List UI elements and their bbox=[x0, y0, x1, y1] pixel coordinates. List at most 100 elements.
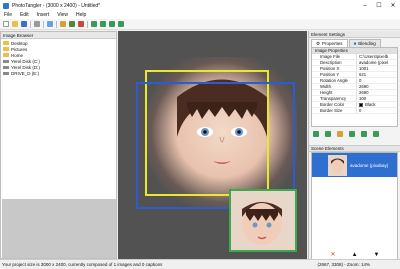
property-name: Border Color bbox=[312, 102, 357, 107]
minimize-icon[interactable]: – bbox=[358, 0, 372, 11]
status-bar: Your project size is 3000 x 2400, curren… bbox=[0, 259, 400, 269]
toolbar bbox=[0, 19, 400, 30]
open-icon[interactable] bbox=[12, 21, 18, 27]
property-name: Position Y bbox=[312, 72, 357, 77]
property-value[interactable]: Black bbox=[357, 102, 397, 107]
menu-edit[interactable]: Edit bbox=[16, 12, 33, 18]
tree-item-label: Pictures bbox=[11, 46, 28, 52]
property-value[interactable]: 1001 bbox=[357, 66, 397, 71]
drive-icon bbox=[3, 65, 9, 69]
property-name: Image File bbox=[312, 54, 357, 59]
property-name: Width bbox=[312, 84, 357, 89]
export-icon[interactable] bbox=[47, 21, 53, 27]
add-image-icon[interactable] bbox=[60, 21, 66, 27]
tree-item-label: Home bbox=[11, 52, 24, 58]
property-name: Transparency bbox=[312, 96, 357, 101]
property-value[interactable]: 621 bbox=[357, 72, 397, 77]
property-name: Height bbox=[312, 90, 357, 95]
flip-icon[interactable] bbox=[349, 131, 355, 137]
app-icon bbox=[3, 2, 9, 9]
menu-insert[interactable]: Insert bbox=[33, 12, 54, 18]
close-icon[interactable]: ✕ bbox=[386, 0, 400, 11]
property-value[interactable]: 2690 bbox=[357, 90, 397, 95]
tab-label: Properties bbox=[322, 41, 343, 46]
drive-icon bbox=[3, 59, 9, 63]
element-settings-panel: Element Settings ⚙ Properties ■ Blending I… bbox=[308, 31, 400, 262]
folder-tree: Desktop Pictures Home Yerel Disk (C:) Ye… bbox=[1, 39, 116, 77]
property-value[interactable]: 2690 bbox=[357, 84, 397, 89]
tree-item-label: DRIVE_D (E:) bbox=[11, 70, 40, 76]
selection-frame-green[interactable] bbox=[229, 189, 297, 252]
reset-icon[interactable] bbox=[337, 131, 343, 137]
move-up-icon[interactable]: ▲ bbox=[352, 252, 358, 258]
settings-tabs: ⚙ Properties ■ Blending bbox=[309, 38, 400, 47]
menu-file[interactable]: File bbox=[0, 12, 16, 18]
property-value[interactable]: avadome (pixel bbox=[357, 60, 397, 65]
zoom-in-icon[interactable] bbox=[91, 21, 97, 27]
tab-label: Blending bbox=[358, 41, 376, 46]
fit-icon[interactable] bbox=[109, 21, 115, 27]
scene-item-thumbnail bbox=[328, 154, 347, 176]
folder-icon bbox=[3, 53, 9, 57]
rotate-icon[interactable] bbox=[361, 131, 367, 137]
new-icon[interactable] bbox=[3, 21, 9, 27]
image-browser-panel: Image Browser Desktop Pictures Home Yere… bbox=[0, 31, 117, 259]
scene-elements-header: Scene Elements bbox=[309, 145, 400, 152]
property-row[interactable]: Border Size 0 bbox=[312, 108, 397, 114]
window-controls: – ☐ ✕ bbox=[358, 0, 400, 11]
drive-icon bbox=[3, 71, 9, 75]
toolbar-separator bbox=[43, 20, 44, 28]
tree-item-label: Yerel Disk (C:) bbox=[11, 58, 40, 64]
add-caption-icon[interactable] bbox=[69, 21, 75, 27]
menu-bar: File Edit Insert View Help bbox=[0, 11, 400, 19]
property-value[interactable]: 0 bbox=[357, 78, 397, 83]
toolbar-separator bbox=[56, 20, 57, 28]
zoom-out-icon[interactable] bbox=[100, 21, 106, 27]
color-swatch bbox=[359, 102, 363, 107]
scene-actions: ✕ ▲ ▼ bbox=[309, 250, 400, 259]
toolbar-separator bbox=[30, 20, 31, 28]
property-value[interactable]: C:\Users\pixelb bbox=[357, 54, 397, 59]
menu-view[interactable]: View bbox=[53, 12, 72, 18]
app-window: PhotoTangler - (3000 x 2400) - Untitled*… bbox=[0, 0, 400, 269]
tab-blending[interactable]: ■ Blending bbox=[348, 39, 381, 47]
property-value[interactable]: 0 bbox=[357, 108, 397, 113]
tab-properties[interactable]: ⚙ Properties bbox=[311, 39, 348, 47]
toolbar-separator bbox=[87, 20, 88, 28]
scene-item[interactable]: avadome (pixabay) bbox=[312, 153, 397, 177]
canvas-area[interactable] bbox=[118, 31, 307, 259]
element-settings-header: Element Settings bbox=[309, 31, 400, 38]
folder-icon bbox=[3, 47, 9, 51]
tree-item-drive-e[interactable]: DRIVE_D (E:) bbox=[3, 70, 114, 76]
save-icon[interactable] bbox=[21, 21, 27, 27]
thumbnail-preview-area[interactable] bbox=[2, 199, 116, 258]
property-name: Rotation Angle bbox=[312, 78, 357, 83]
move-down-icon[interactable]: ▼ bbox=[374, 252, 380, 258]
property-grid: Image Properties Image File C:\Users\pixe… bbox=[311, 47, 398, 127]
delete-icon[interactable] bbox=[78, 21, 84, 27]
status-text: Your project size is 3000 x 2400, curren… bbox=[2, 262, 163, 267]
title-bar: PhotoTangler - (3000 x 2400) - Untitled*… bbox=[0, 0, 400, 11]
window-title: PhotoTangler - (3000 x 2400) - Untitled* bbox=[12, 2, 101, 9]
property-name: Description bbox=[312, 60, 357, 65]
blend-icon: ■ bbox=[353, 41, 357, 46]
tree-item-label: Desktop bbox=[11, 40, 28, 46]
maximize-icon[interactable]: ☐ bbox=[372, 0, 386, 11]
align-icon[interactable] bbox=[373, 131, 379, 137]
move-down-icon[interactable] bbox=[325, 131, 331, 137]
element-actions bbox=[309, 129, 400, 139]
actual-size-icon[interactable] bbox=[118, 21, 124, 27]
delete-icon[interactable]: ✕ bbox=[331, 251, 336, 258]
image-browser-header: Image Browser bbox=[1, 32, 116, 39]
undo-icon[interactable] bbox=[34, 21, 40, 27]
property-name: Border Size bbox=[312, 108, 357, 113]
menu-help[interactable]: Help bbox=[72, 12, 90, 18]
tree-item-label: Yerel Disk (D:) bbox=[11, 64, 40, 70]
folder-icon bbox=[3, 41, 9, 45]
property-name: Position X bbox=[312, 66, 357, 71]
move-up-icon[interactable] bbox=[313, 131, 319, 137]
property-value[interactable]: 100 bbox=[357, 96, 397, 101]
status-coordinates: (2667, 3308) - Zoom: 14% bbox=[317, 262, 370, 267]
border-color-value: Black bbox=[365, 102, 376, 107]
scene-elements-list: avadome (pixabay) bbox=[311, 152, 398, 262]
